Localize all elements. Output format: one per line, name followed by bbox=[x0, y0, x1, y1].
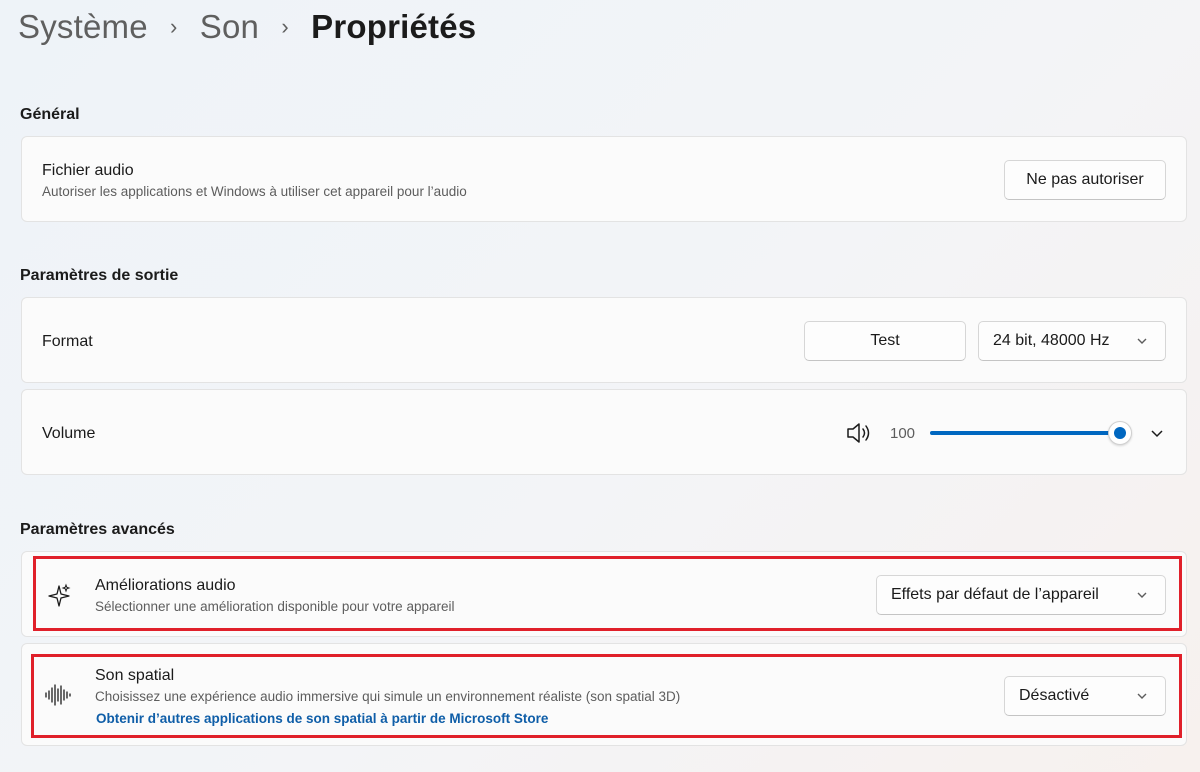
audio-file-title: Fichier audio bbox=[42, 162, 134, 179]
chevron-down-icon bbox=[1137, 693, 1147, 699]
chevron-down-icon[interactable] bbox=[1149, 427, 1165, 441]
spatial-sound-card: Son spatial Choisissez une expérience au… bbox=[21, 643, 1187, 746]
spatial-sound-select[interactable]: Désactivé bbox=[1004, 676, 1166, 716]
section-title-output: Paramètres de sortie bbox=[20, 267, 179, 284]
spatial-sound-select-value: Désactivé bbox=[1019, 687, 1090, 704]
volume-slider-thumb[interactable] bbox=[1108, 421, 1132, 445]
breadcrumb-systeme[interactable]: Système bbox=[18, 8, 148, 46]
format-select[interactable]: 24 bit, 48000 Hz bbox=[978, 321, 1166, 361]
section-title-advanced: Paramètres avancés bbox=[20, 521, 175, 538]
breadcrumb-separator: › bbox=[281, 14, 289, 39]
audio-file-description: Autoriser les applications et Windows à … bbox=[42, 184, 467, 199]
volume-card: Volume 100 bbox=[21, 389, 1187, 475]
format-card: Format Test 24 bit, 48000 Hz bbox=[21, 297, 1187, 383]
microsoft-store-link[interactable]: Obtenir d’autres applications de son spa… bbox=[96, 711, 548, 726]
enhancements-select[interactable]: Effets par défaut de l’appareil bbox=[876, 575, 1166, 615]
spatial-sound-description: Choisissez une expérience audio immersiv… bbox=[95, 689, 681, 704]
format-select-value: 24 bit, 48000 Hz bbox=[993, 332, 1110, 349]
enhancements-title: Améliorations audio bbox=[95, 577, 236, 594]
breadcrumb-separator: › bbox=[170, 14, 178, 39]
spatial-sound-title: Son spatial bbox=[95, 667, 175, 684]
enhancements-card: Améliorations audio Sélectionner une amé… bbox=[21, 551, 1187, 637]
audio-file-card: Fichier audio Autoriser les applications… bbox=[21, 136, 1187, 222]
section-title-general: Général bbox=[20, 106, 80, 123]
chevron-down-icon bbox=[1137, 338, 1147, 344]
ne-pas-autoriser-button[interactable]: Ne pas autoriser bbox=[1004, 160, 1166, 200]
breadcrumb-son[interactable]: Son bbox=[200, 8, 259, 46]
enhancements-description: Sélectionner une amélioration disponible… bbox=[95, 599, 455, 614]
waveform-icon bbox=[45, 684, 71, 706]
sparkle-icon bbox=[48, 583, 71, 607]
format-title: Format bbox=[42, 333, 93, 350]
volume-slider-track[interactable] bbox=[930, 431, 1120, 435]
volume-title: Volume bbox=[42, 425, 96, 442]
chevron-down-icon bbox=[1137, 592, 1147, 598]
enhancements-select-value: Effets par défaut de l’appareil bbox=[891, 586, 1099, 603]
breadcrumb: Système › Son › Propriétés bbox=[18, 4, 476, 50]
volume-value: 100 bbox=[890, 425, 916, 442]
speaker-icon[interactable] bbox=[846, 421, 874, 445]
page-title: Propriétés bbox=[311, 8, 477, 45]
test-button[interactable]: Test bbox=[804, 321, 966, 361]
